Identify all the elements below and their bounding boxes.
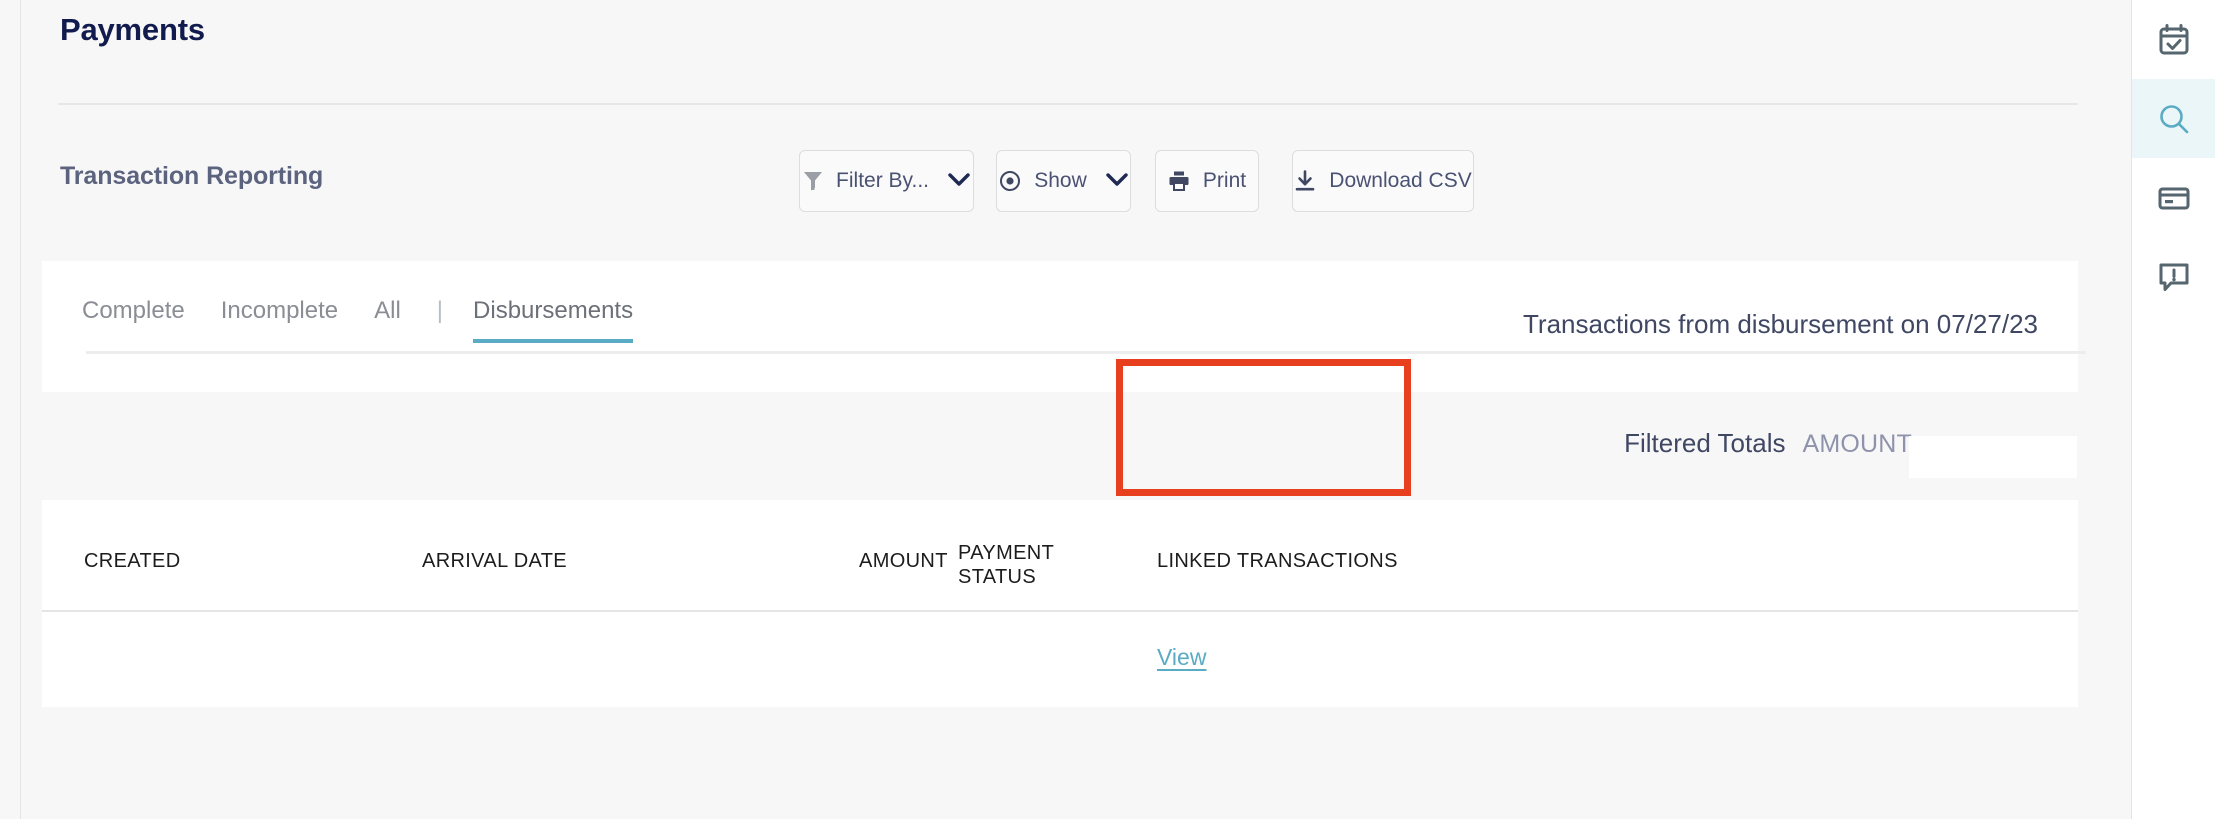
filter-by-label: Filter By... xyxy=(836,169,929,192)
filtered-totals-amount-value xyxy=(1909,436,2077,478)
printer-icon xyxy=(1168,170,1190,192)
eye-icon xyxy=(999,170,1021,192)
column-header-amount: AMOUNT xyxy=(859,550,948,572)
tabs-card: Complete Incomplete All | Disbursements … xyxy=(42,261,2086,392)
calendar-check-icon xyxy=(2157,23,2191,57)
column-header-arrival-date: ARRIVAL DATE xyxy=(422,550,567,572)
page-title: Payments xyxy=(60,12,205,47)
title-divider xyxy=(58,103,2078,105)
sidebar-item-search[interactable] xyxy=(2132,79,2215,158)
search-icon xyxy=(2157,102,2191,136)
tab-separator: | xyxy=(436,297,444,324)
tab-all[interactable]: All xyxy=(374,297,401,343)
filtered-totals-group: Filtered Totals AMOUNT xyxy=(1624,428,1912,459)
tab-disbursements[interactable]: Disbursements xyxy=(473,297,634,343)
section-title: Transaction Reporting xyxy=(60,162,324,190)
download-csv-label: Download CSV xyxy=(1329,169,1472,192)
filtered-totals-label: Filtered Totals xyxy=(1624,428,1786,458)
chevron-down-icon xyxy=(1106,169,1128,193)
table-row: View xyxy=(42,610,2078,705)
filtered-totals-amount-label: AMOUNT xyxy=(1802,430,1912,458)
tabs-row: Complete Incomplete All | Disbursements xyxy=(82,297,669,343)
print-button[interactable]: Print xyxy=(1155,150,1259,212)
transactions-table: CREATED ARRIVAL DATE AMOUNT PAYMENT STAT… xyxy=(42,500,2078,707)
tab-incomplete[interactable]: Incomplete xyxy=(221,297,338,343)
show-label: Show xyxy=(1034,169,1087,192)
table-header-row: CREATED ARRIVAL DATE AMOUNT PAYMENT STAT… xyxy=(42,500,2078,610)
right-icon-sidebar xyxy=(2131,0,2215,819)
column-header-payment-status: PAYMENT STATUS xyxy=(958,542,1054,589)
column-header-created: CREATED xyxy=(84,550,181,572)
download-icon xyxy=(1294,170,1316,192)
tabs-baseline xyxy=(86,351,2086,354)
main-content: Payments Transaction Reporting Filter By… xyxy=(21,0,2109,819)
sidebar-item-calendar[interactable] xyxy=(2132,0,2215,79)
sidebar-item-alerts[interactable] xyxy=(2132,237,2215,316)
app-root: Payments Transaction Reporting Filter By… xyxy=(0,0,2215,819)
filtered-totals-strip: Filtered Totals AMOUNT xyxy=(42,392,2078,500)
column-header-linked-transactions: LINKED TRANSACTIONS xyxy=(1157,550,1398,572)
alert-message-icon xyxy=(2157,260,2191,294)
credit-card-icon xyxy=(2157,181,2191,215)
filter-icon xyxy=(803,170,823,192)
view-linked-transactions-link[interactable]: View xyxy=(1157,644,1206,671)
column-header-payment-status-line1: PAYMENT xyxy=(958,542,1055,564)
toolbar: Filter By... Show Print Download CSV xyxy=(799,150,2079,216)
print-label: Print xyxy=(1202,169,1247,192)
filter-by-button[interactable]: Filter By... xyxy=(799,150,974,212)
chevron-down-icon xyxy=(948,169,970,193)
show-button[interactable]: Show xyxy=(996,150,1131,212)
sidebar-item-payment-methods[interactable] xyxy=(2132,158,2215,237)
tab-complete[interactable]: Complete xyxy=(82,297,185,343)
column-header-payment-status-line2: STATUS xyxy=(958,565,1037,588)
download-csv-button[interactable]: Download CSV xyxy=(1292,150,1474,212)
disbursement-note: Transactions from disbursement on 07/27/… xyxy=(1523,309,2038,339)
